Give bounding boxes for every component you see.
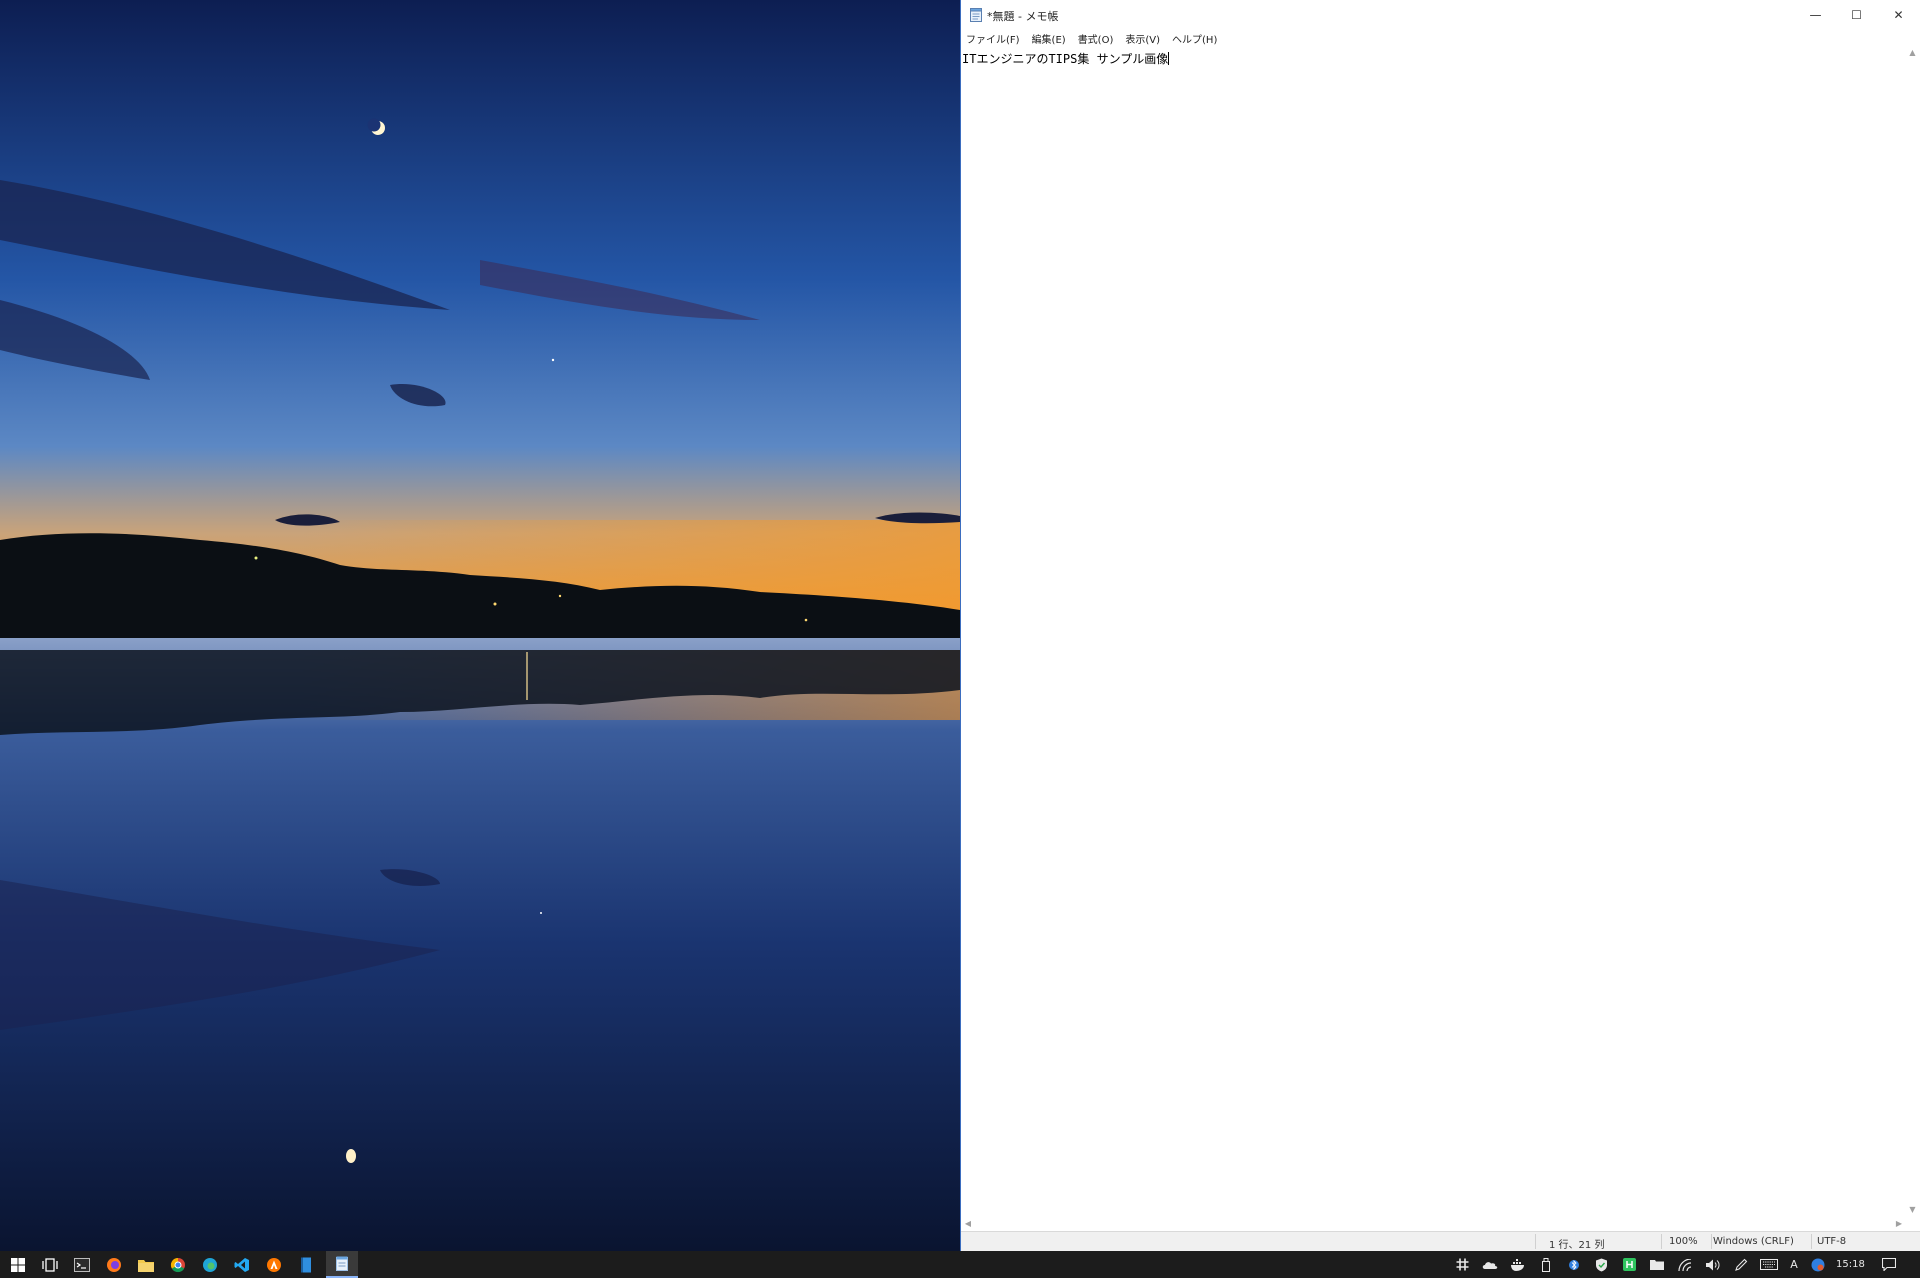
notepad-window[interactable]: *無題 - メモ帳 — ☐ ✕ ファイル(F) 編集(E) 書式(O) 表示(V… [960, 0, 1920, 1251]
close-button[interactable]: ✕ [1878, 0, 1919, 30]
bookmark-icon [301, 1257, 311, 1272]
scroll-down-icon[interactable]: ▼ [1905, 1203, 1920, 1217]
status-separator [1661, 1234, 1662, 1249]
taskbar-app-avast[interactable] [258, 1251, 290, 1278]
encoding: UTF-8 [1817, 1236, 1847, 1247]
notepad-app-icon [970, 8, 982, 22]
menu-bar: ファイル(F) 編集(E) 書式(O) 表示(V) ヘルプ(H) [961, 30, 1920, 46]
chrome-icon [170, 1257, 185, 1272]
text-editor-area[interactable]: ITエンジニアのTIPS集 サンプル画像 [961, 46, 1906, 1217]
editor-text[interactable]: ITエンジニアのTIPS集 サンプル画像 [962, 52, 1168, 66]
security-shield-icon[interactable] [1590, 1251, 1612, 1278]
slack-icon[interactable] [1451, 1251, 1473, 1278]
taskbar-app-notepad[interactable] [326, 1251, 358, 1278]
line-ending: Windows (CRLF) [1713, 1236, 1794, 1247]
pen-icon[interactable] [1730, 1251, 1752, 1278]
close-icon: ✕ [1893, 8, 1904, 22]
notepad-icon [335, 1256, 348, 1271]
maximize-button[interactable]: ☐ [1836, 0, 1877, 30]
maximize-icon: ☐ [1851, 8, 1862, 22]
green-app-icon[interactable] [1618, 1251, 1640, 1278]
taskbar-app-chrome[interactable] [162, 1251, 194, 1278]
menu-format[interactable]: 書式(O) [1078, 31, 1114, 46]
docker-icon[interactable] [1507, 1251, 1529, 1278]
task-view-button[interactable] [34, 1251, 66, 1278]
firefox-icon [107, 1257, 121, 1272]
taskbar-app-bookmark[interactable] [290, 1251, 322, 1278]
ime-mode-icon[interactable]: A [1783, 1251, 1805, 1278]
menu-help[interactable]: ヘルプ(H) [1172, 31, 1217, 46]
scroll-left-icon[interactable]: ◀ [961, 1217, 975, 1231]
zoom-level: 100% [1669, 1236, 1698, 1247]
taskbar-app-vscode[interactable] [226, 1251, 258, 1278]
volume-icon[interactable] [1702, 1251, 1724, 1278]
keyboard-icon[interactable] [1758, 1251, 1780, 1278]
title-bar[interactable]: *無題 - メモ帳 — ☐ ✕ [961, 0, 1920, 30]
menu-edit[interactable]: 編集(E) [1032, 31, 1066, 46]
vscode-icon [234, 1257, 249, 1272]
usb-drive-icon[interactable] [1535, 1251, 1557, 1278]
wifi-icon[interactable] [1674, 1251, 1696, 1278]
minimize-button[interactable]: — [1795, 0, 1836, 30]
edge-icon [203, 1257, 217, 1272]
vertical-scrollbar[interactable]: ▲ ▼ [1905, 46, 1920, 1217]
desktop-wallpaper [0, 0, 960, 1251]
text-caret [1168, 52, 1170, 65]
cursor-position: 1 行、21 列 [1549, 1240, 1605, 1251]
scroll-up-icon[interactable]: ▲ [1905, 46, 1920, 60]
bluetooth-icon[interactable] [1563, 1251, 1585, 1278]
window-title: *無題 - メモ帳 [987, 10, 1059, 23]
task-view-icon [42, 1257, 58, 1272]
onedrive-icon[interactable] [1479, 1251, 1501, 1278]
minimize-icon: — [1809, 8, 1822, 22]
taskbar-clock[interactable]: 15:18 [1836, 1259, 1865, 1270]
user-account-icon[interactable] [1807, 1251, 1829, 1278]
taskbar-app-terminal[interactable] [66, 1251, 98, 1278]
folder-tray-icon[interactable] [1646, 1251, 1668, 1278]
status-separator [1711, 1234, 1712, 1249]
scroll-right-icon[interactable]: ▶ [1892, 1217, 1906, 1231]
start-button[interactable] [2, 1251, 34, 1278]
terminal-icon [74, 1257, 90, 1272]
avast-icon [267, 1257, 281, 1272]
status-bar: 1 行、21 列 100% Windows (CRLF) UTF-8 [961, 1231, 1920, 1251]
taskbar-app-edge[interactable] [194, 1251, 226, 1278]
notification-center-icon[interactable] [1878, 1251, 1900, 1278]
wallpaper-image [0, 0, 960, 1251]
windows-logo-icon [11, 1257, 25, 1272]
status-separator [1811, 1234, 1812, 1249]
taskbar-app-firefox[interactable] [98, 1251, 130, 1278]
menu-file[interactable]: ファイル(F) [966, 31, 1020, 46]
taskbar-app-explorer[interactable] [130, 1251, 162, 1278]
ime-mode-label: A [1790, 1258, 1798, 1271]
status-separator [1535, 1234, 1536, 1249]
menu-view[interactable]: 表示(V) [1125, 31, 1160, 46]
horizontal-scrollbar[interactable]: ◀ ▶ [961, 1217, 1906, 1231]
taskbar: A 15:18 [0, 1251, 1920, 1278]
folder-icon [138, 1259, 154, 1272]
